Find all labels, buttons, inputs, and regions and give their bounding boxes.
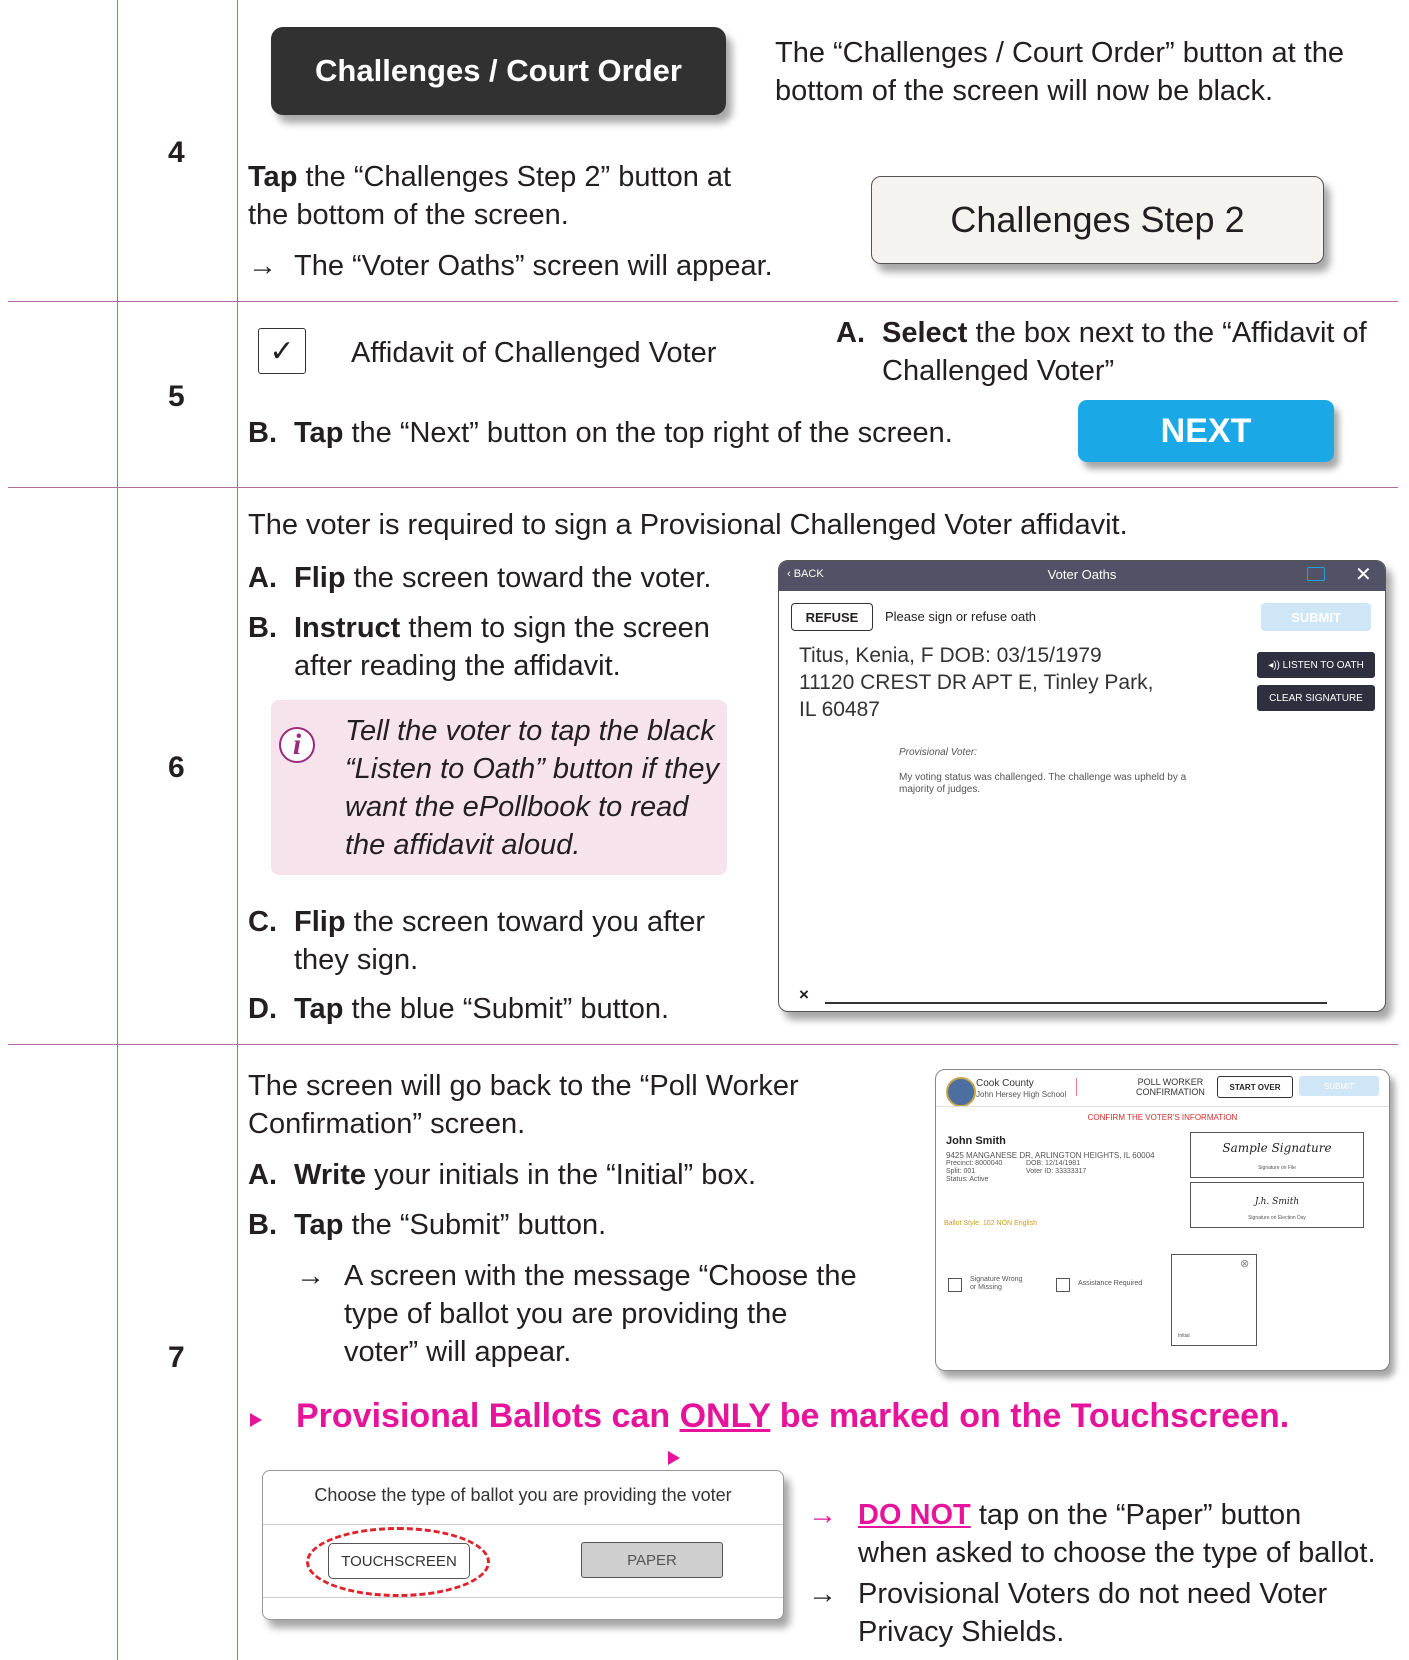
step4-result: → The “Voter Oaths” screen will appear.: [248, 247, 773, 285]
table-left-rule: [117, 0, 118, 1660]
do-not-tap-paper-note: → DO NOT tap on the “Paper” button when a…: [808, 1496, 1376, 1572]
row-divider: [8, 1044, 1398, 1045]
voter-status: Status: Active: [946, 1176, 989, 1183]
arrow-icon: →: [808, 1499, 837, 1531]
split: Split: 001: [946, 1168, 976, 1175]
close-icon[interactable]: ✕: [1355, 564, 1372, 586]
dob: DOB: 12/14/1981: [1026, 1160, 1081, 1167]
signature-line[interactable]: [825, 1002, 1327, 1004]
poll-worker-confirmation-screen: Cook County John Hersey High School POLL…: [935, 1069, 1390, 1371]
affidavit-checkbox: ✓: [258, 328, 306, 374]
submit-button[interactable]: SUBMIT: [1261, 603, 1371, 631]
touchscreen-button[interactable]: TOUCHSCREEN: [328, 1543, 470, 1579]
voter-id: Voter ID: 33333317: [1026, 1168, 1087, 1175]
assistance-required-label: Assistance Required: [1078, 1280, 1143, 1287]
voter-oaths-title-bar: ‹ BACK Voter Oaths ✕: [779, 561, 1385, 591]
signature-wrong-checkbox[interactable]: [948, 1278, 962, 1292]
chooser-title: Choose the type of ballot you are provid…: [314, 1485, 732, 1505]
provisional-voter-label: Provisional Voter:: [899, 747, 977, 758]
clear-signature-button[interactable]: CLEAR SIGNATURE: [1257, 685, 1375, 711]
ballot-type-chooser: Choose the type of ballot you are provid…: [262, 1470, 784, 1620]
privacy-shields-note: → Provisional Voters do not need Voter Pr…: [808, 1575, 1327, 1651]
step6-a: A. Flip the screen toward the voter.: [248, 562, 712, 594]
step5-a: A. Select the box next to the “Affidavit …: [836, 317, 1367, 387]
header-separator: [936, 1106, 1389, 1107]
bullet-triangle-icon: [250, 1413, 262, 1427]
pw-submit-button[interactable]: SUBMIT: [1299, 1076, 1379, 1096]
signature-wrong-label: Signature Wrong or Missing: [970, 1276, 1023, 1291]
pw-header: POLL WORKER CONFIRMATION: [1136, 1077, 1205, 1097]
checkmark-icon: ✓: [269, 334, 295, 368]
school-name: John Hersey High School: [976, 1090, 1067, 1099]
paper-button[interactable]: PAPER: [581, 1542, 723, 1578]
step-number-4: 4: [168, 136, 185, 169]
arrow-icon: →: [248, 250, 277, 282]
step6-c: C. Flip the screen toward you after they …: [248, 906, 706, 976]
oath-prompt: Please sign or refuse oath: [885, 609, 1037, 624]
court-order-note: The “Challenges / Court Order” button at…: [775, 37, 1345, 107]
listen-to-oath-button[interactable]: ◂)) LISTEN TO OATH: [1257, 652, 1375, 678]
pointer-triangle-icon: [668, 1451, 680, 1465]
provisional-touchscreen-note: Provisional Ballots can ONLY be marked o…: [296, 1397, 1290, 1435]
arrow-icon: →: [296, 1260, 325, 1292]
step7-intro: The screen will go back to the “Poll Wor…: [248, 1070, 799, 1140]
signature-on-file-label: Signature on File: [1258, 1165, 1296, 1171]
county-name: Cook County: [976, 1078, 1034, 1089]
sample-signature: Sample Signature: [1222, 1141, 1332, 1155]
chooser-divider: [263, 1524, 783, 1525]
voter-oaths-title: Voter Oaths: [1047, 567, 1117, 582]
start-over-button[interactable]: START OVER: [1217, 1076, 1293, 1098]
step-number-6: 6: [168, 751, 185, 784]
step7-a: A. Write your initials in the “Initial” b…: [248, 1159, 757, 1191]
assistance-required-checkbox[interactable]: [1056, 1278, 1070, 1292]
initial-label: Initial: [1178, 1333, 1190, 1339]
affidavit-text: My voting status was challenged. The cha…: [899, 772, 1187, 795]
election-day-signature: J.h. Smith: [1254, 1197, 1300, 1207]
voter-address: 9425 MANGANESE DR, ARLINGTON HEIGHTS, IL…: [946, 1151, 1155, 1160]
next-button: NEXT: [1078, 400, 1334, 462]
challenges-step-2-button: Challenges Step 2: [871, 176, 1324, 264]
chooser-divider: [263, 1597, 783, 1598]
step5-b: B. Tap the “Next” button on the top right…: [248, 417, 953, 449]
confirm-heading: CONFIRM THE VOTER'S INFORMATION: [1087, 1113, 1238, 1122]
info-callout-text: Tell the voter to tap the black “Listen …: [345, 715, 719, 861]
step-number-5: 5: [168, 380, 185, 413]
voter-name: John Smith: [946, 1135, 1006, 1147]
header-divider: [1076, 1078, 1077, 1096]
message-icon[interactable]: [1307, 567, 1325, 581]
table-number-column-rule: [237, 0, 238, 1660]
challenges-court-order-button: Challenges / Court Order: [271, 27, 726, 115]
arrow-icon: →: [808, 1578, 837, 1610]
signature-on-file-box: Sample Signature Signature on File: [1190, 1132, 1364, 1178]
info-icon: i: [279, 727, 315, 763]
signature-election-day-box[interactable]: J.h. Smith Signature on Election Day: [1190, 1182, 1364, 1228]
signature-election-day-label: Signature on Election Day: [1248, 1215, 1306, 1221]
voter-oaths-screen: ‹ BACK Voter Oaths ✕ REFUSE Please sign …: [778, 560, 1386, 1012]
initial-box[interactable]: ⊗ Initial: [1171, 1254, 1257, 1346]
step6-b: B. Instruct them to sign the screen after…: [248, 612, 710, 682]
step7-result: → A screen with the message “Choose the t…: [296, 1257, 857, 1371]
step7-b: B. Tap the “Submit” button.: [248, 1209, 607, 1241]
step-number-7: 7: [168, 1341, 185, 1374]
step6-intro: The voter is required to sign a Provisio…: [248, 509, 1128, 541]
row-divider: [8, 301, 1398, 302]
step6-d: D. Tap the blue “Submit” button.: [248, 993, 670, 1025]
precinct: Precinct: 8000040: [946, 1160, 1003, 1167]
voter-info: Titus, Kenia, F DOB: 03/15/1979 11120 CR…: [799, 644, 1154, 721]
ballot-style: Ballot Style: 102 NON English: [944, 1220, 1037, 1227]
county-seal-icon: [946, 1077, 976, 1107]
row-divider: [8, 487, 1398, 488]
step4-instruction: Tap the “Challenges Step 2” button at th…: [248, 161, 732, 231]
affidavit-label: Affidavit of Challenged Voter: [351, 337, 717, 369]
signature-x-mark: ×: [799, 985, 809, 1004]
initial-clear-icon[interactable]: ⊗: [1240, 1257, 1249, 1270]
refuse-button[interactable]: REFUSE: [791, 603, 873, 631]
